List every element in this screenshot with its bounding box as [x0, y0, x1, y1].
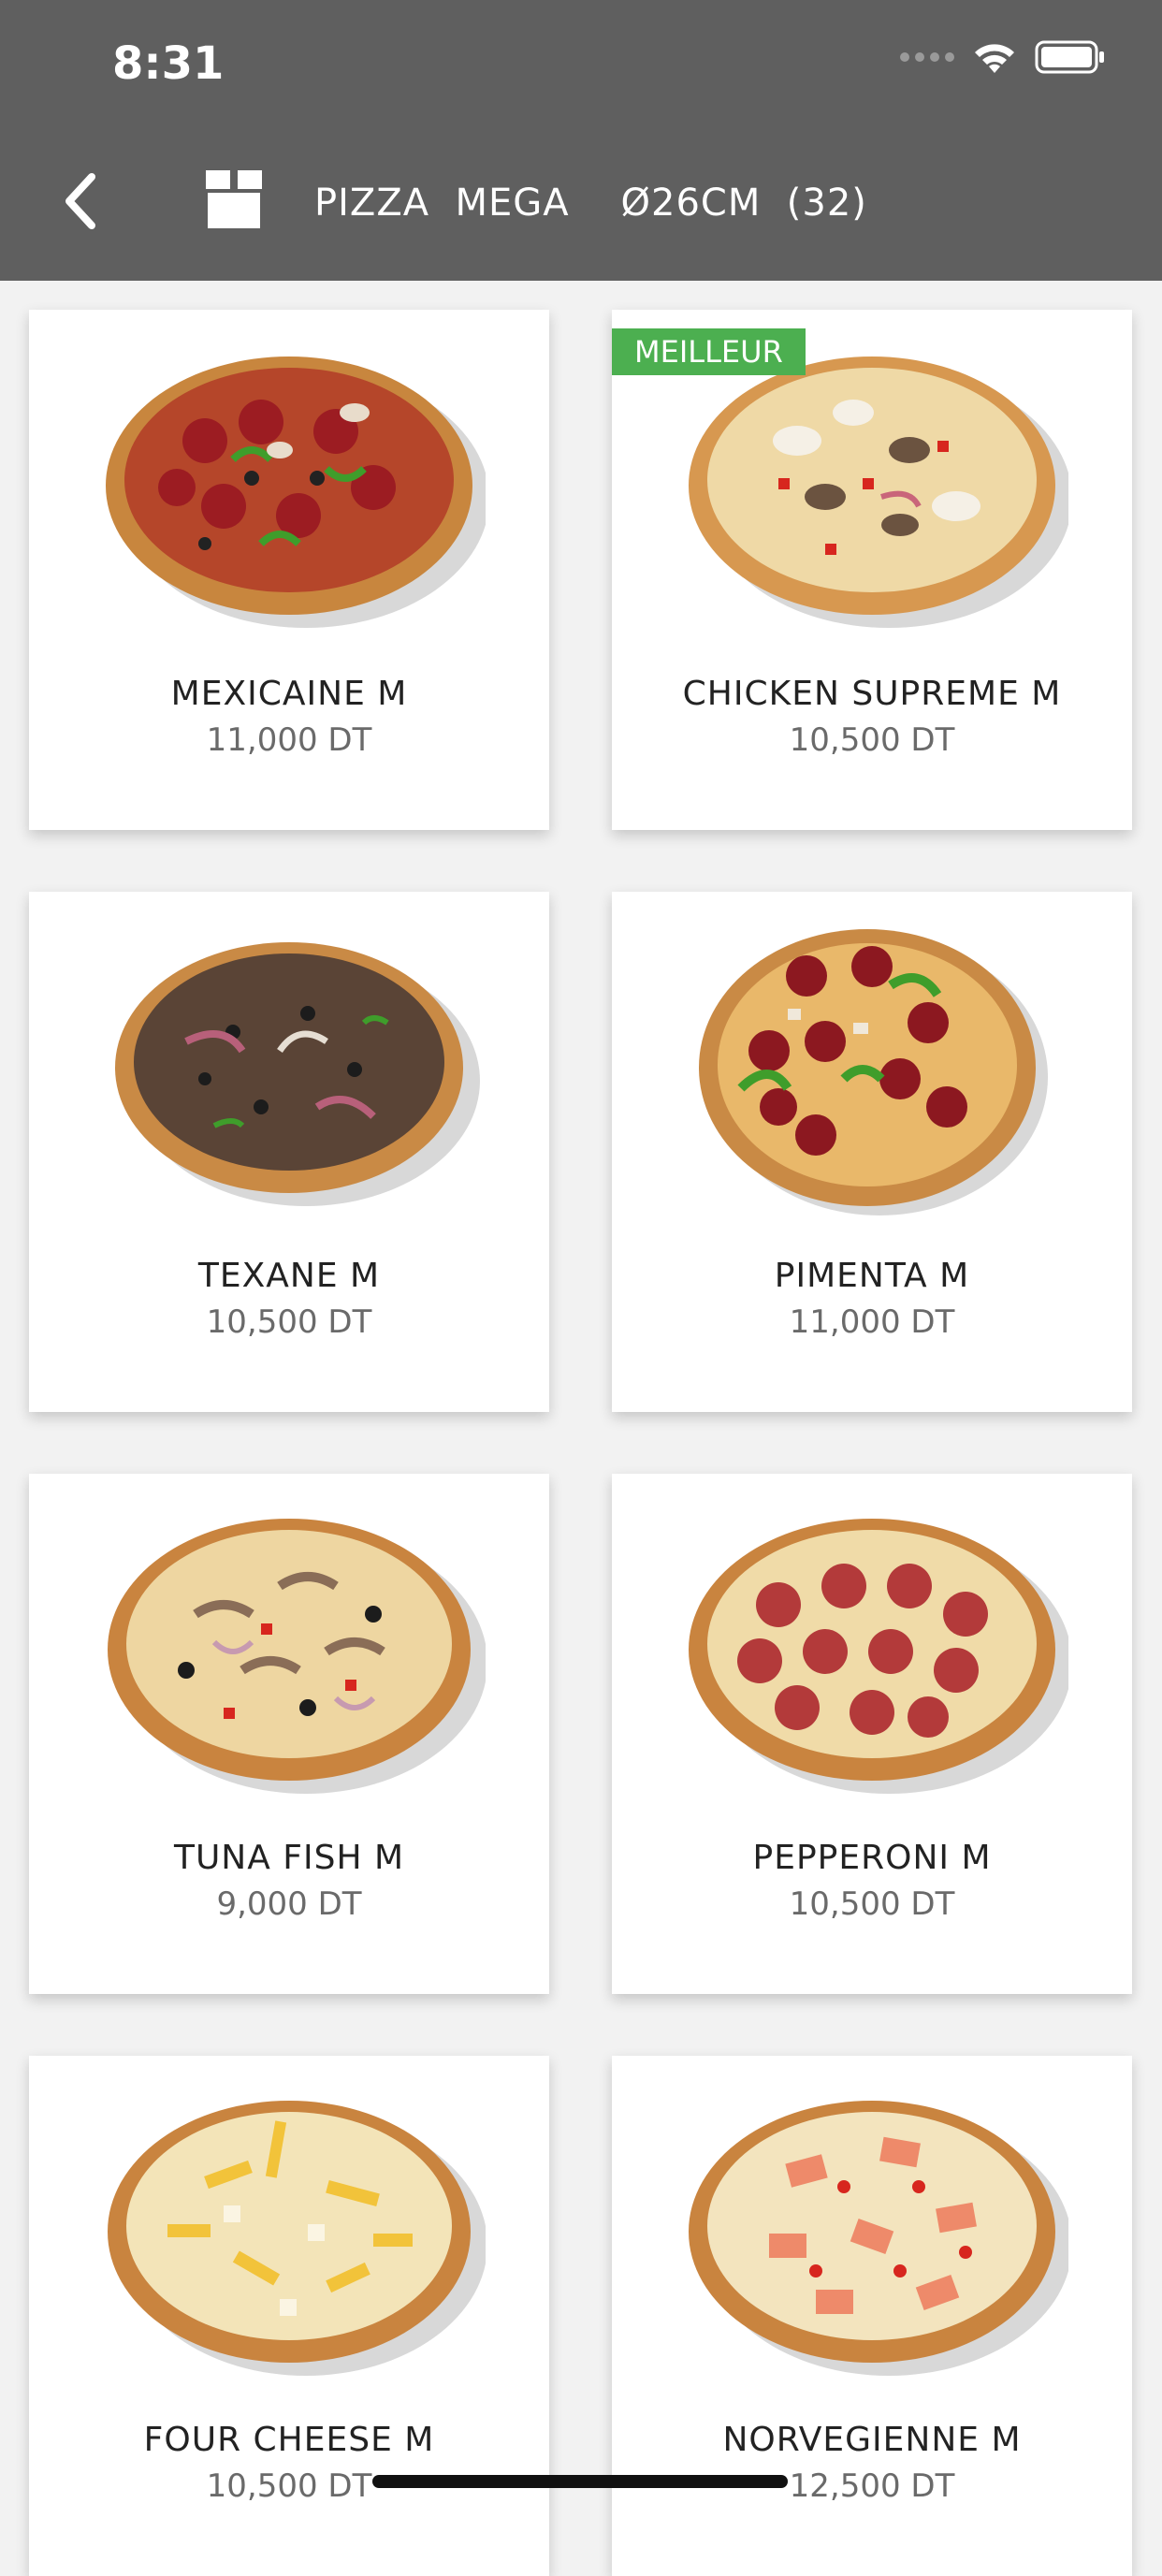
product-price: 11,000 DT — [206, 721, 372, 759]
product-name: PIMENTA M — [774, 1257, 970, 1295]
product-card[interactable]: NORVEGIENNE M 12,500 DT — [612, 2056, 1132, 2576]
pizza-image — [108, 2101, 486, 2376]
pizza-image — [689, 2101, 1068, 2376]
product-name: CHICKEN SUPREME M — [682, 675, 1062, 713]
pizza-image — [689, 357, 1068, 628]
pizza-image — [699, 929, 1048, 1215]
pizza-image — [689, 1519, 1068, 1794]
product-price: 10,500 DT — [206, 1303, 372, 1341]
product-name: TEXANE M — [197, 1257, 381, 1295]
product-price: 10,500 DT — [789, 1885, 955, 1923]
product-price: 11,000 DT — [789, 1303, 955, 1341]
best-seller-badge: MEILLEUR — [612, 328, 806, 375]
product-card[interactable]: PEPPERONI M 10,500 DT — [612, 1474, 1132, 1994]
product-price: 9,000 DT — [216, 1885, 362, 1923]
product-card[interactable]: TUNA FISH M 9,000 DT — [29, 1474, 549, 1994]
product-price: 10,500 DT — [789, 721, 955, 759]
pizza-image — [115, 942, 480, 1206]
product-card[interactable]: FOUR CHEESE M 10,500 DT — [29, 2056, 549, 2576]
product-card[interactable]: MEILLEUR CHICKEN SUPREME M 10,500 DT — [612, 310, 1132, 830]
product-name: PEPPERONI M — [752, 1839, 992, 1877]
product-card[interactable]: TEXANE M 10,500 DT — [29, 892, 549, 1412]
product-card[interactable]: MEXICAINE M 11,000 DT — [29, 310, 549, 830]
product-name: TUNA FISH M — [173, 1839, 405, 1877]
product-name: MEXICAINE M — [170, 675, 408, 713]
product-name: FOUR CHEESE M — [143, 2421, 435, 2459]
pizza-image — [106, 357, 486, 628]
product-grid: MEXICAINE M 11,000 DT MEILLEUR CHICKEN S… — [0, 0, 1162, 2576]
pizza-image — [108, 1519, 486, 1794]
product-name: NORVEGIENNE M — [722, 2421, 1022, 2459]
home-indicator[interactable] — [372, 2475, 788, 2488]
product-card[interactable]: PIMENTA M 11,000 DT — [612, 892, 1132, 1412]
